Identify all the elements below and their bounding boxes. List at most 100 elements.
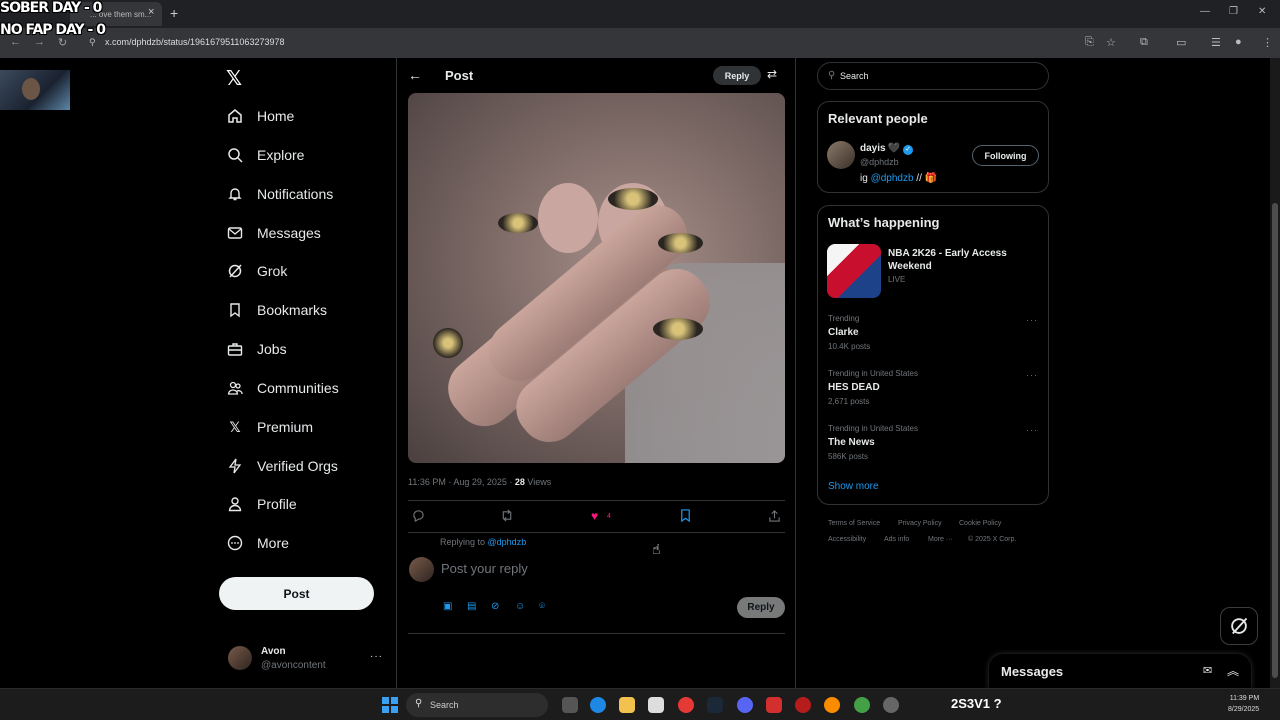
footer-link[interactable]: Cookie Policy bbox=[959, 520, 1001, 527]
url-field[interactable]: x.com/dphdzb/status/1961679511063273978 bbox=[105, 37, 284, 47]
search-icon: ⚲ bbox=[828, 70, 836, 81]
back-arrow-icon[interactable]: ← bbox=[408, 67, 422, 83]
chevron-up-icon[interactable]: ︽ bbox=[1227, 662, 1239, 679]
trend-thumbnail[interactable] bbox=[827, 244, 881, 298]
image-nail bbox=[658, 233, 703, 253]
sidebar-item-profile[interactable]: Profile bbox=[226, 492, 297, 516]
reply-header-button[interactable]: Reply bbox=[713, 66, 761, 85]
media-icon[interactable]: ☰ bbox=[1211, 36, 1221, 49]
sidebar-item-communities[interactable]: Communities bbox=[226, 376, 339, 400]
minimize-icon[interactable]: — bbox=[1200, 6, 1210, 17]
person-name[interactable]: dayis 🖤 ✓ bbox=[860, 143, 914, 155]
bio-prefix: ig bbox=[860, 173, 871, 184]
featured-trend-title[interactable]: NBA 2K26 - Early Access Weekend bbox=[888, 247, 1038, 273]
app-icon[interactable] bbox=[795, 697, 811, 713]
footer-link[interactable]: Accessibility bbox=[828, 536, 866, 543]
sidebar-item-verified-orgs[interactable]: Verified Orgs bbox=[226, 454, 338, 478]
chrome-active-icon[interactable] bbox=[854, 697, 870, 713]
discord-icon[interactable] bbox=[737, 697, 753, 713]
grok-floating-button[interactable] bbox=[1220, 607, 1258, 645]
taskbar-clock[interactable]: 11:39 PM 8/29/2025 bbox=[1228, 693, 1259, 715]
sidebar-item-explore[interactable]: Explore bbox=[226, 143, 304, 167]
app-icon[interactable] bbox=[883, 697, 899, 713]
search-input[interactable]: ⚲ Search bbox=[817, 62, 1049, 90]
trend-more-icon[interactable]: ··· bbox=[1026, 370, 1038, 380]
task-view-icon[interactable] bbox=[562, 697, 578, 713]
trend-name[interactable]: Clarke bbox=[828, 327, 859, 338]
following-button[interactable]: Following bbox=[972, 145, 1039, 166]
grok-compose-icon[interactable]: ⊘ bbox=[491, 601, 499, 612]
app-icon[interactable] bbox=[766, 697, 782, 713]
bookmark-action-icon[interactable] bbox=[680, 509, 691, 525]
reply-input[interactable]: Post your reply bbox=[441, 561, 528, 576]
sidebar-item-bookmarks[interactable]: Bookmarks bbox=[226, 298, 327, 322]
trend-name[interactable]: HES DEAD bbox=[828, 382, 880, 393]
x-logo-icon[interactable]: 𝕏 bbox=[226, 66, 242, 91]
file-explorer-icon[interactable] bbox=[619, 697, 635, 713]
image-toe bbox=[538, 183, 598, 253]
new-message-icon[interactable]: ✉ bbox=[1203, 664, 1212, 677]
bio-link[interactable]: @dphdzb bbox=[871, 173, 914, 184]
post-button[interactable]: Post bbox=[219, 577, 374, 610]
sidebar-item-jobs[interactable]: Jobs bbox=[226, 337, 287, 361]
sidebar-item-grok[interactable]: Grok bbox=[226, 259, 287, 283]
replying-to: Replying to @dphdzb bbox=[440, 537, 526, 547]
sidebar-item-premium[interactable]: 𝕏 Premium bbox=[226, 415, 313, 439]
filter-icon[interactable]: ⇄ bbox=[767, 67, 777, 81]
repost-icon[interactable] bbox=[500, 509, 514, 525]
sidebar-item-messages[interactable]: Messages bbox=[226, 221, 321, 245]
replying-handle[interactable]: @dphdzb bbox=[488, 537, 527, 547]
windows-start-icon[interactable] bbox=[382, 697, 398, 713]
reply-icon[interactable] bbox=[412, 509, 425, 525]
maximize-icon[interactable]: ❐ bbox=[1229, 6, 1238, 17]
messages-drawer[interactable]: Messages ✉ ︽ bbox=[989, 654, 1251, 690]
post-time[interactable]: 11:36 PM · Aug 29, 2025 · bbox=[408, 477, 515, 487]
account-more-icon[interactable]: ··· bbox=[370, 651, 383, 662]
account-name[interactable]: Avon bbox=[261, 646, 286, 657]
person-handle: @dphdzb bbox=[860, 157, 899, 167]
trend-more-icon[interactable]: ··· bbox=[1026, 315, 1038, 325]
gif-icon[interactable]: ▤ bbox=[467, 601, 476, 612]
store-icon[interactable] bbox=[648, 697, 664, 713]
footer-link[interactable]: Privacy Policy bbox=[898, 520, 942, 527]
brave-icon[interactable] bbox=[824, 697, 840, 713]
avatar[interactable] bbox=[228, 646, 252, 670]
install-icon[interactable]: ⎘ bbox=[1085, 36, 1094, 49]
sidebar-item-more[interactable]: More bbox=[226, 531, 289, 555]
menu-icon[interactable]: ⋮ bbox=[1262, 36, 1273, 49]
profile-avatar-icon[interactable]: ● bbox=[1235, 36, 1242, 48]
emoji-icon[interactable]: ☺ bbox=[515, 601, 525, 612]
trend-context: Trending in United States bbox=[828, 369, 918, 378]
like-icon[interactable]: ♥ bbox=[591, 509, 598, 523]
avatar[interactable] bbox=[827, 141, 855, 169]
sidebar-toggle-icon[interactable]: ▭ bbox=[1176, 36, 1186, 49]
footer-link[interactable]: Ads info bbox=[884, 536, 909, 543]
reply-submit-button[interactable]: Reply bbox=[737, 597, 785, 618]
grok-icon bbox=[226, 262, 244, 280]
share-icon[interactable] bbox=[768, 509, 781, 525]
taskbar-search[interactable]: ⚲ Search bbox=[406, 693, 548, 717]
site-info-icon[interactable]: ⚲ bbox=[89, 37, 96, 48]
extensions-icon[interactable]: ⧉ bbox=[1140, 36, 1148, 49]
trend-more-icon[interactable]: ··· bbox=[1026, 425, 1038, 435]
address-bar: ← → ↻ ⚲ x.com/dphdzb/status/196167951106… bbox=[0, 28, 1280, 58]
scrollbar[interactable] bbox=[1270, 58, 1280, 688]
location-icon[interactable]: ⌾ bbox=[539, 601, 545, 612]
tab-close-icon[interactable]: × bbox=[148, 6, 154, 18]
footer-link[interactable]: More ··· bbox=[928, 536, 953, 543]
steam-icon[interactable] bbox=[707, 697, 723, 713]
post-image[interactable] bbox=[408, 93, 785, 463]
star-icon[interactable]: ☆ bbox=[1106, 36, 1116, 49]
sidebar-item-notifications[interactable]: Notifications bbox=[226, 182, 333, 206]
close-window-icon[interactable]: ✕ bbox=[1258, 6, 1266, 17]
trend-name[interactable]: The News bbox=[828, 437, 875, 448]
sidebar-item-home[interactable]: Home bbox=[226, 104, 294, 128]
new-tab-icon[interactable]: + bbox=[170, 5, 178, 21]
show-more-link[interactable]: Show more bbox=[828, 481, 879, 492]
chrome-icon[interactable] bbox=[678, 697, 694, 713]
scrollbar-thumb[interactable] bbox=[1272, 203, 1278, 678]
edge-icon[interactable] bbox=[590, 697, 606, 713]
divider bbox=[408, 500, 785, 501]
image-upload-icon[interactable]: ▣ bbox=[443, 601, 452, 612]
footer-link[interactable]: Terms of Service bbox=[828, 520, 880, 527]
